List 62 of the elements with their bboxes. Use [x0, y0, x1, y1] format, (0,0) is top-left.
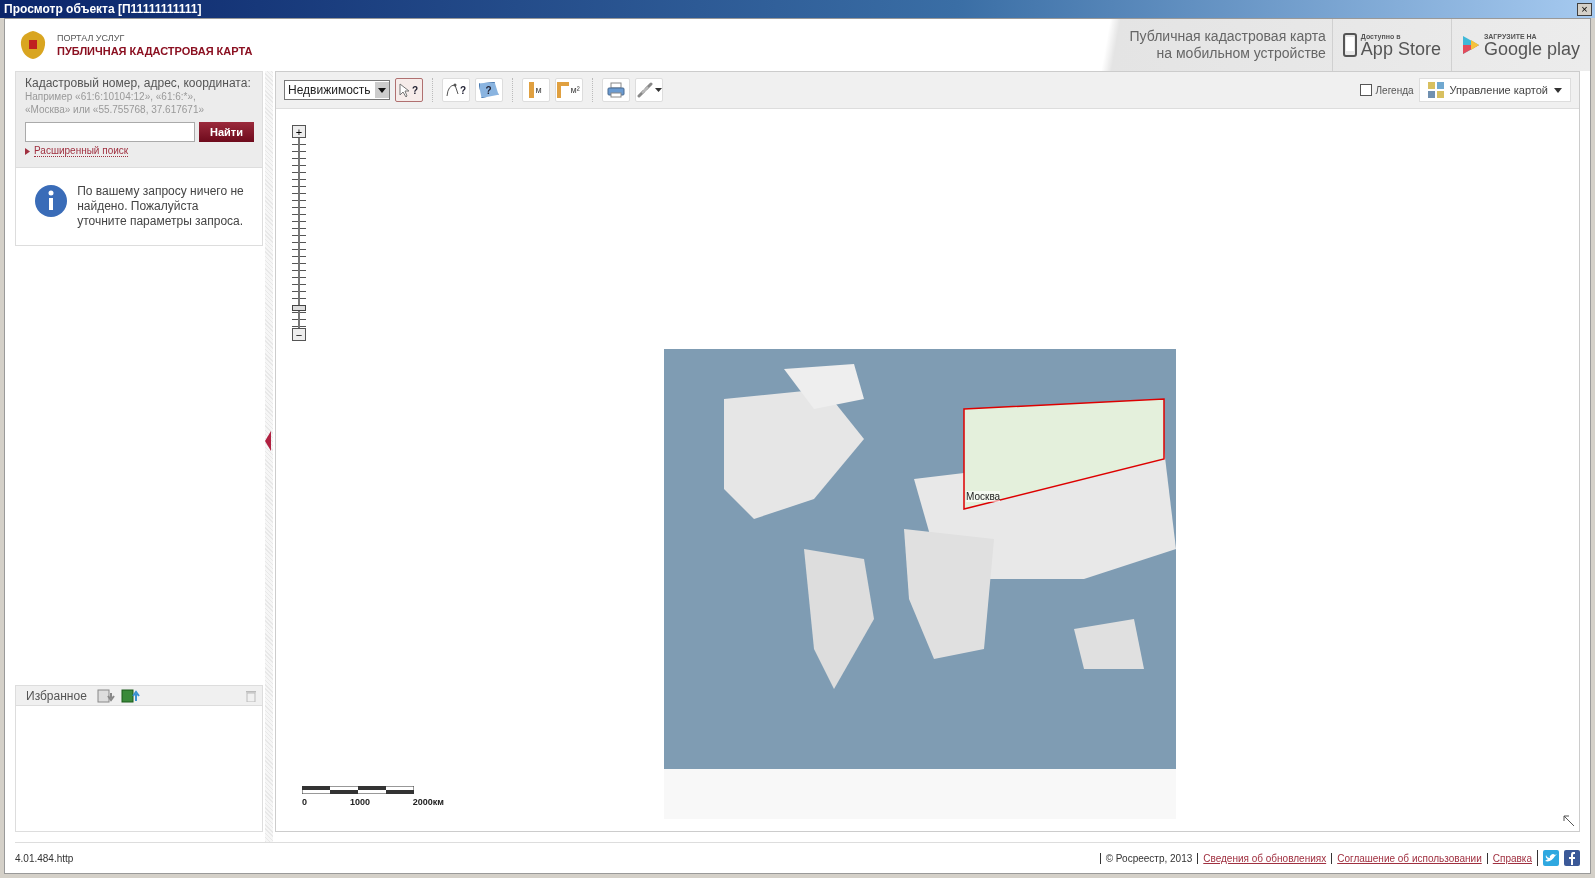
- caret-icon: [654, 88, 662, 92]
- excel-export-icon[interactable]: [96, 688, 117, 703]
- zoom-in-button[interactable]: +: [292, 125, 306, 138]
- map-city-label: Москва: [966, 491, 1001, 502]
- grid-icon: [1427, 82, 1444, 98]
- version-text: 4.01.484.http: [15, 852, 74, 864]
- search-hint: «Москва» или «55.755768, 37.617671»: [25, 103, 206, 116]
- zoom-out-button[interactable]: −: [292, 328, 306, 341]
- checkbox[interactable]: [1359, 84, 1372, 96]
- tool-button[interactable]: м: [521, 78, 550, 102]
- tool-button[interactable]: ?: [474, 78, 503, 102]
- tool-button[interactable]: [634, 78, 663, 102]
- scale-label: 2000км: [412, 797, 444, 807]
- advanced-search-link[interactable]: Расширенный поиск: [34, 145, 129, 157]
- curve-icon: [445, 82, 459, 98]
- question-mark: ?: [460, 84, 467, 96]
- scale-label: 0: [302, 797, 307, 807]
- favorites-title: Избранное: [26, 688, 87, 703]
- layer-select[interactable]: Недвижимость: [284, 80, 390, 100]
- tool-button[interactable]: ?: [394, 78, 423, 102]
- search-hint: Например «61:6:10104:12», «61:6:*»,: [25, 90, 197, 103]
- copyright-text: © Росреестр, 2013: [1105, 852, 1193, 864]
- collapse-arrow-icon[interactable]: [265, 431, 271, 451]
- triangle-icon: [25, 147, 30, 155]
- chain-link-icon: [635, 82, 654, 98]
- question-mark: ?: [412, 84, 419, 96]
- footer-link[interactable]: Сведения об обновлениях: [1203, 852, 1327, 864]
- caret-icon: [1554, 87, 1562, 93]
- footer-link[interactable]: Соглашение об использовании: [1337, 852, 1482, 864]
- play-icon: [1461, 35, 1480, 55]
- site-title: ПУБЛИЧНАЯ КАДАСТРОВАЯ КАРТА: [57, 45, 253, 57]
- window-title: Просмотр объекта [П11111111111]: [4, 2, 202, 16]
- tool-unit: м: [535, 85, 542, 95]
- tool-unit: м²: [570, 85, 580, 95]
- facebook-icon[interactable]: [1564, 850, 1580, 866]
- footer-link[interactable]: Справка: [1492, 852, 1532, 864]
- info-icon: [34, 184, 68, 218]
- portal-label: ПОРТАЛ УСЛУГ: [57, 33, 126, 43]
- promo-text: Публичная кадастровая карта: [1129, 28, 1326, 45]
- bird-icon[interactable]: [1543, 850, 1559, 866]
- tool-button[interactable]: м²: [554, 78, 583, 102]
- excel-import-icon[interactable]: [120, 688, 141, 703]
- printer-icon: [606, 82, 625, 98]
- cursor-icon: [399, 82, 411, 98]
- promo-text: на мобильном устройстве: [1156, 45, 1326, 62]
- legend-checkbox[interactable]: Легенда: [1359, 84, 1414, 96]
- phone-icon: [1342, 33, 1357, 57]
- search-field[interactable]: [25, 122, 195, 142]
- close-button[interactable]: ×: [1577, 2, 1592, 16]
- question-mark: ?: [485, 84, 492, 96]
- resize-arrow-icon[interactable]: [1563, 815, 1575, 827]
- tool-button[interactable]: [601, 78, 630, 102]
- legend-label: Легенда: [1375, 84, 1414, 96]
- search-button[interactable]: Найти: [199, 122, 254, 142]
- ruler-icon: [529, 82, 535, 98]
- ruler-icon: [557, 82, 570, 98]
- tool-button[interactable]: ?: [441, 78, 470, 102]
- search-label: Кадастровый номер, адрес, координата:: [25, 76, 252, 90]
- zoom-thumb[interactable]: [292, 305, 306, 312]
- no-results-message: По вашему запросу ничего не найдено. Пожалуйста уточните параметры запроса.: [77, 184, 245, 229]
- scale-label: 1000: [349, 797, 370, 807]
- map-control-button[interactable]: Управление картой: [1418, 78, 1571, 102]
